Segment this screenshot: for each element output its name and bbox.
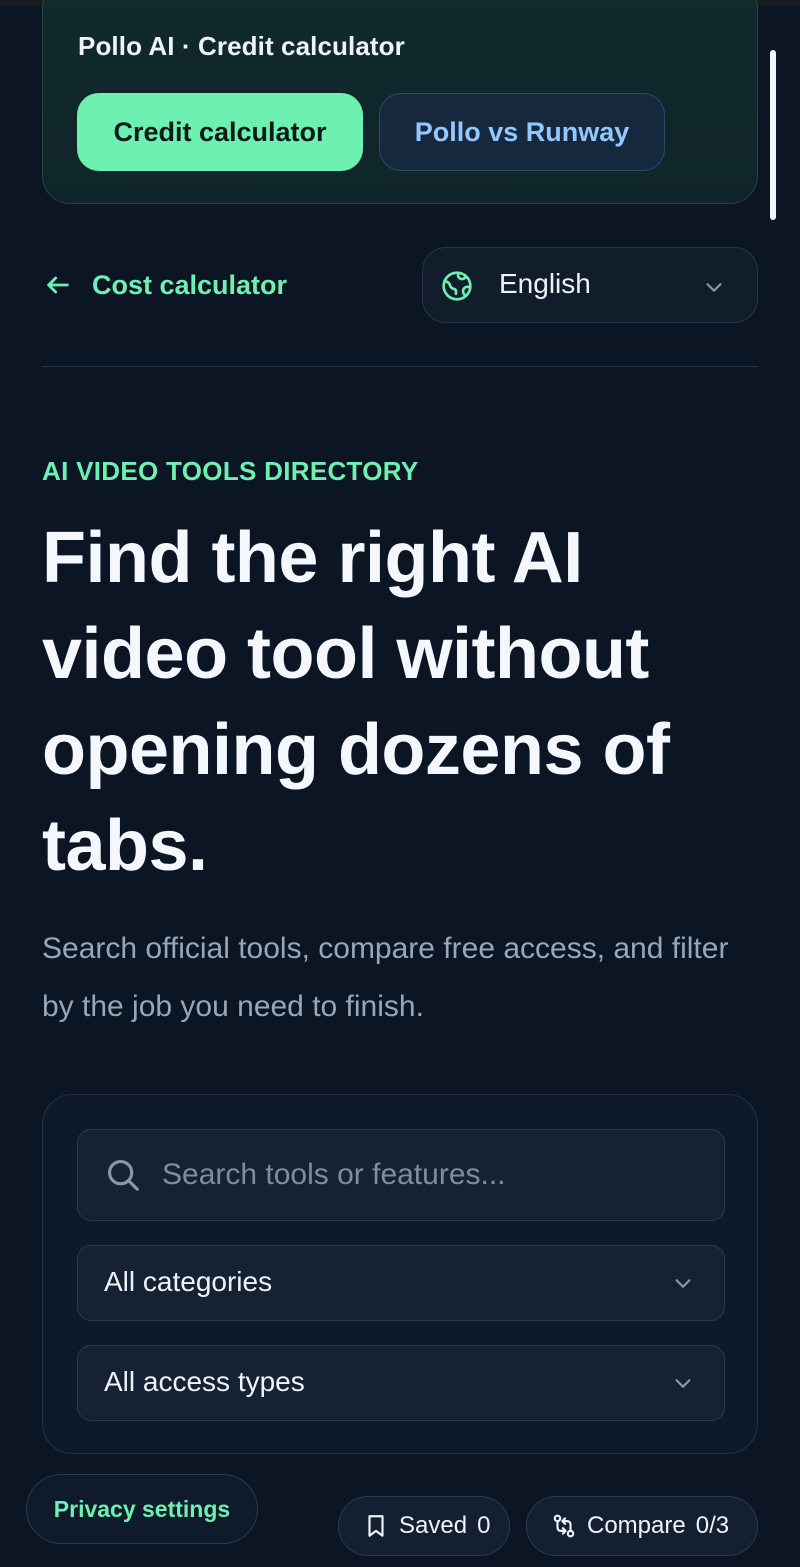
back-to-cost-calculator-link[interactable]: Cost calculator — [44, 262, 287, 308]
access-type-select[interactable]: All access types — [77, 1345, 725, 1421]
compare-label: Compare — [587, 1512, 686, 1539]
promo-title: Pollo AI · Credit calculator — [78, 31, 405, 61]
search-box[interactable] — [77, 1129, 725, 1221]
filter-card: All categories All access types — [42, 1094, 758, 1454]
compare-count: 0/3 — [695, 1512, 730, 1539]
hero-subtitle: Search official tools, compare free acce… — [42, 932, 729, 1023]
search-input[interactable] — [162, 1130, 702, 1220]
saved-count: 0 — [477, 1512, 491, 1539]
chevron-down-icon — [675, 1379, 691, 1388]
compare-arrows-icon — [553, 1514, 575, 1538]
saved-button[interactable]: Saved 0 — [338, 1496, 510, 1556]
search-icon — [107, 1159, 139, 1191]
section-divider — [42, 366, 758, 367]
page-title: Find the right AI video tool without ope… — [42, 518, 670, 886]
chevron-down-icon — [706, 283, 722, 292]
privacy-settings-button[interactable]: Privacy settings — [26, 1474, 258, 1544]
language-select[interactable]: English — [422, 247, 758, 323]
language-label: English — [499, 268, 591, 299]
bookmark-icon — [368, 1515, 384, 1537]
access-type-select-value: All access types — [104, 1366, 305, 1397]
compare-button[interactable]: Compare 0/3 — [526, 1496, 758, 1556]
category-select-value: All categories — [104, 1266, 273, 1297]
back-link-label: Cost calculator — [92, 269, 288, 300]
hero-eyebrow: AI VIDEO TOOLS DIRECTORY — [42, 456, 419, 486]
saved-label: Saved — [399, 1512, 468, 1539]
promo-card: Pollo AI · Credit calculator Credit calc… — [42, 0, 758, 204]
arrow-left-icon — [47, 276, 69, 294]
category-select[interactable]: All categories — [77, 1245, 725, 1321]
chevron-down-icon — [675, 1279, 691, 1288]
globe-icon — [442, 271, 472, 301]
credit-calculator-button[interactable]: Credit calculator — [77, 93, 363, 171]
scrollbar-thumb[interactable] — [770, 50, 776, 220]
pollo-vs-runway-button[interactable]: Pollo vs Runway — [379, 93, 665, 171]
